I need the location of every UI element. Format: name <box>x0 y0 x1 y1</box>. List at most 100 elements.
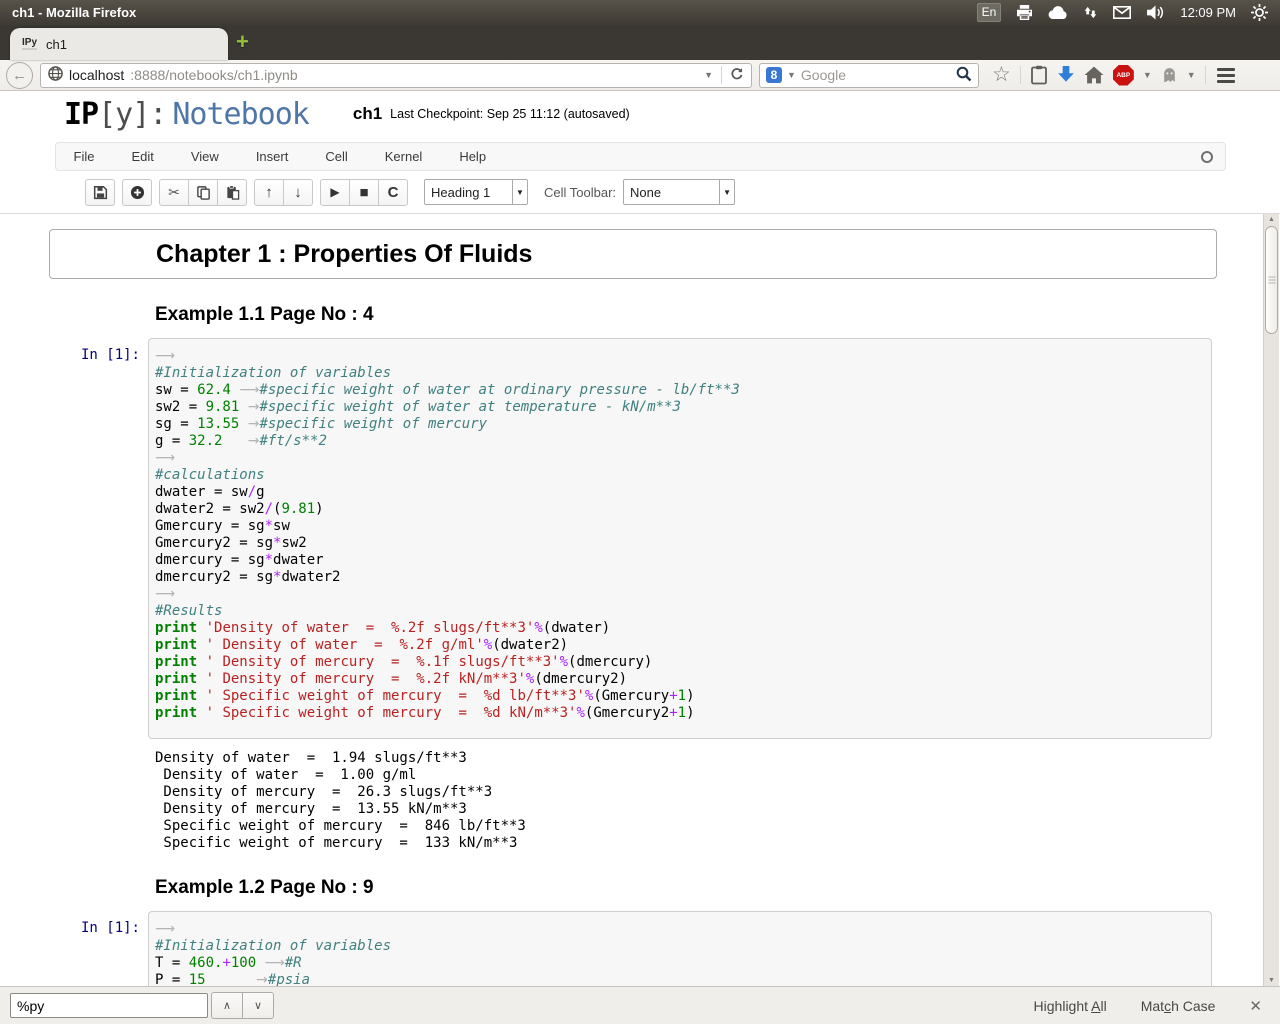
url-divider <box>721 66 722 84</box>
bookmark-star-icon[interactable]: ☆ <box>992 65 1011 85</box>
code-line: #Initialization of variables <box>155 365 1205 382</box>
code-line: ⟶ <box>155 586 1205 603</box>
url-path: :8888/notebooks/ch1.ipynb <box>130 67 297 83</box>
paste-cell-button[interactable] <box>217 179 247 206</box>
code-line: dwater2 = sw2/(9.81) <box>155 501 1205 518</box>
menu-file[interactable]: File <box>74 149 95 164</box>
cloud-icon[interactable] <box>1048 6 1068 19</box>
cut-cell-button[interactable]: ✂ <box>159 179 189 206</box>
scroll-up-icon[interactable]: ▲ <box>1264 216 1279 223</box>
chevron-up-icon: ∧ <box>223 999 231 1012</box>
volume-icon[interactable] <box>1146 5 1165 20</box>
copy-icon <box>196 185 211 200</box>
example-heading[interactable]: Example 1.1 Page No : 4 <box>155 304 1212 326</box>
paste-icon <box>225 185 240 200</box>
cell-type-value: Heading 1 <box>425 185 512 200</box>
code-line: print ' Density of mercury = %.2f kN/m**… <box>155 671 1205 688</box>
cell-type-select[interactable]: Heading 1 ▼ <box>424 179 528 205</box>
interrupt-kernel-button[interactable]: ■ <box>349 179 379 206</box>
cut-icon: ✂ <box>168 184 180 201</box>
code-line: g = 32.2 →#ft/s**2 <box>155 433 1205 450</box>
download-icon[interactable] <box>1057 66 1075 85</box>
menu-cell[interactable]: Cell <box>325 149 347 164</box>
restart-kernel-button[interactable]: C <box>378 179 408 206</box>
chapter-heading: Chapter 1 : Properties Of Fluids <box>156 240 532 269</box>
adblock-icon[interactable]: ABP <box>1113 65 1134 86</box>
notebook-header: IP[y]:Notebook ch1 Last Checkpoint: Sep … <box>0 91 1280 137</box>
reload-icon[interactable] <box>730 67 744 84</box>
run-cell-button[interactable]: ▶ <box>320 179 350 206</box>
move-up-icon: ↑ <box>265 185 273 200</box>
plugin-caret[interactable]: ▼ <box>1187 70 1196 80</box>
system-tray: En 12:09 PM <box>977 3 1268 22</box>
find-next-button[interactable]: ∨ <box>242 992 274 1019</box>
code-line: dmercury = sg*dwater <box>155 552 1205 569</box>
run-icon: ▶ <box>330 185 339 199</box>
new-tab-button[interactable]: + <box>236 30 249 54</box>
notebook-title[interactable]: ch1 <box>353 104 382 124</box>
page-scrollbar[interactable]: ▲ ▼ <box>1263 214 1279 986</box>
home-icon[interactable] <box>1084 66 1104 84</box>
code-input-area[interactable]: ⟶#Initialization of variablesT = 460.+10… <box>148 911 1212 986</box>
url-domain: localhost <box>69 67 124 83</box>
menu-help[interactable]: Help <box>459 149 486 164</box>
example-heading[interactable]: Example 1.2 Page No : 9 <box>155 877 1212 899</box>
menu-insert[interactable]: Insert <box>256 149 289 164</box>
code-line: ⟶ <box>155 348 1205 365</box>
menu-icon[interactable] <box>1215 66 1237 85</box>
match-case-button[interactable]: Match Case <box>1141 998 1216 1014</box>
move-down-icon: ↓ <box>294 185 302 200</box>
gear-icon[interactable] <box>1251 4 1268 21</box>
notebook-menubar: File Edit View Insert Cell Kernel Help <box>55 142 1226 171</box>
move-cell-down-button[interactable]: ↓ <box>283 179 313 206</box>
printer-icon[interactable] <box>1016 5 1033 20</box>
selected-heading-cell[interactable]: Chapter 1 : Properties Of Fluids <box>49 229 1217 279</box>
cell-toolbar-value: None <box>624 185 719 200</box>
move-cell-up-button[interactable]: ↑ <box>254 179 284 206</box>
browser-tab-ch1[interactable]: IPy ch1 <box>10 28 228 60</box>
code-line: sw = 62.4 ⟶#specific weight of water at … <box>155 382 1205 399</box>
code-line: sw2 = 9.81 →#specific weight of water at… <box>155 399 1205 416</box>
checkpoint-status: Last Checkpoint: Sep 25 11:12 (autosaved… <box>390 107 630 121</box>
menu-kernel[interactable]: Kernel <box>385 149 423 164</box>
stop-icon: ■ <box>359 184 368 201</box>
code-line: Gmercury2 = sg*sw2 <box>155 535 1205 552</box>
save-button[interactable] <box>85 179 115 206</box>
menu-edit[interactable]: Edit <box>131 149 153 164</box>
network-arrows-icon[interactable] <box>1083 5 1098 20</box>
ipython-logo[interactable]: IP[y]:Notebook <box>64 97 309 132</box>
menu-view[interactable]: View <box>191 149 219 164</box>
code-line: print ' Density of mercury = %.1f slugs/… <box>155 654 1205 671</box>
scrollbar-thumb[interactable] <box>1265 226 1278 334</box>
mail-icon[interactable] <box>1113 6 1131 19</box>
scroll-down-icon[interactable]: ▼ <box>1264 977 1279 984</box>
chevron-down-icon: ▼ <box>719 180 734 204</box>
highlight-all-button[interactable]: Highlight All <box>1034 998 1107 1014</box>
back-button[interactable]: ← <box>6 62 33 89</box>
code-line: dwater = sw/g <box>155 484 1205 501</box>
search-input[interactable]: Google <box>801 67 951 83</box>
add-cell-button[interactable] <box>122 179 152 206</box>
url-bar[interactable]: localhost :8888/notebooks/ch1.ipynb ▼ <box>40 63 752 88</box>
code-line: T = 460.+100 ⟶#R <box>155 955 1205 972</box>
find-previous-button[interactable]: ∧ <box>211 992 243 1019</box>
url-dropdown-caret[interactable]: ▼ <box>704 70 713 80</box>
globe-icon <box>48 66 63 84</box>
tab-title: ch1 <box>46 37 67 52</box>
clipboard-icon[interactable] <box>1030 65 1048 85</box>
search-bar[interactable]: 8 ▼ Google <box>759 63 979 88</box>
clock[interactable]: 12:09 PM <box>1180 5 1236 20</box>
plugin-icon[interactable] <box>1161 67 1178 84</box>
google-icon: 8 <box>766 67 782 83</box>
cell-toolbar-select[interactable]: None ▼ <box>623 179 735 205</box>
code-input-area[interactable]: ⟶#Initialization of variablessw = 62.4 ⟶… <box>148 338 1212 739</box>
adblock-caret[interactable]: ▼ <box>1143 70 1152 80</box>
close-icon[interactable]: ✕ <box>1249 997 1262 1015</box>
save-icon <box>93 185 108 200</box>
language-indicator[interactable]: En <box>977 3 1002 22</box>
back-icon: ← <box>12 67 27 84</box>
search-engine-caret[interactable]: ▼ <box>787 70 796 80</box>
copy-cell-button[interactable] <box>188 179 218 206</box>
search-icon[interactable] <box>956 66 972 85</box>
find-input[interactable] <box>10 993 208 1018</box>
